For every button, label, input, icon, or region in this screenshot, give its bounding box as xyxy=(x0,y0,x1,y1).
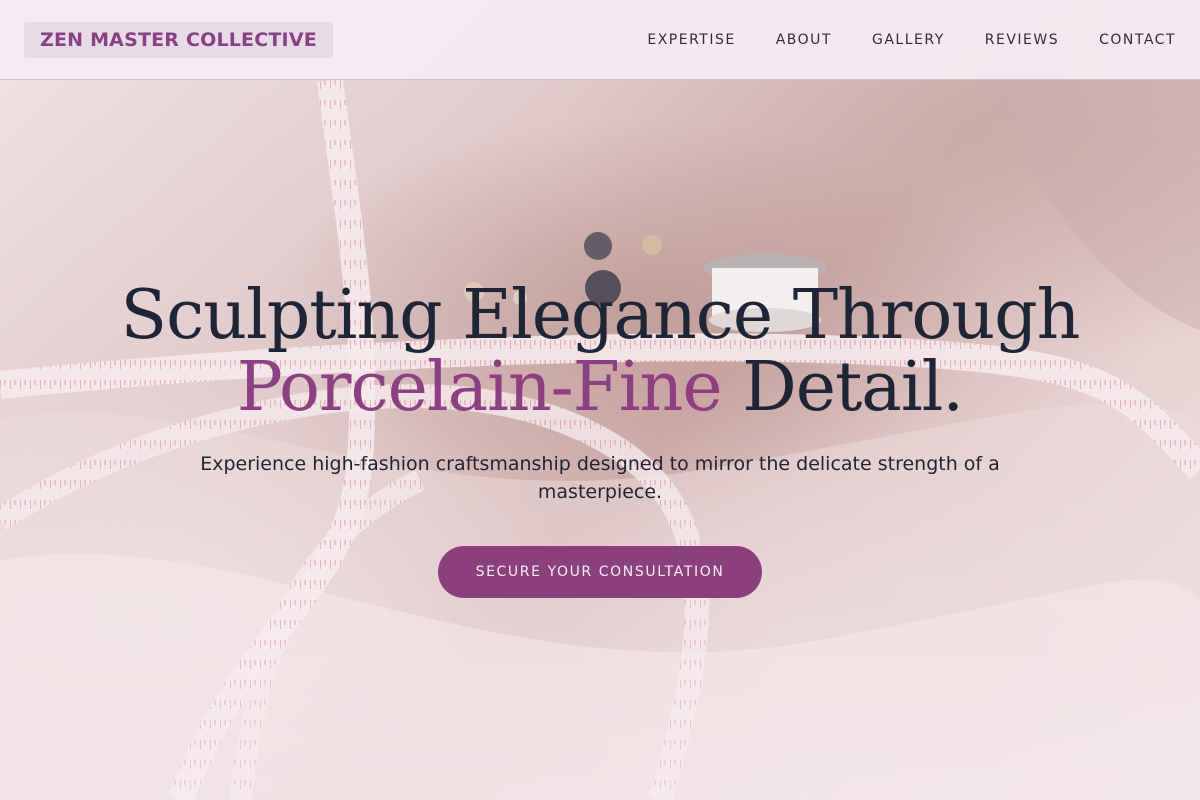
hero-subtitle: Experience high-fashion craftsmanship de… xyxy=(200,453,1000,503)
hero-section: Sculpting Elegance Through Porcelain-Fin… xyxy=(0,80,1200,800)
nav-item-reviews[interactable]: REVIEWS xyxy=(985,32,1059,48)
headline-end: Detail. xyxy=(721,348,964,427)
nav-item-gallery[interactable]: GALLERY xyxy=(872,32,945,48)
headline-accent: Porcelain-Fine xyxy=(237,348,723,427)
nav-item-about[interactable]: ABOUT xyxy=(776,32,832,48)
nav-item-expertise[interactable]: EXPERTISE xyxy=(647,32,735,48)
hero-headline: Sculpting Elegance Through Porcelain-Fin… xyxy=(0,280,1200,424)
headline-line-1: Sculpting Elegance Through xyxy=(120,276,1081,355)
nav-item-contact[interactable]: CONTACT xyxy=(1099,32,1176,48)
brand-logo[interactable]: ZEN MASTER COLLECTIVE xyxy=(24,22,333,58)
site-header: ZEN MASTER COLLECTIVE EXPERTISE ABOUT GA… xyxy=(0,0,1200,80)
main-nav: EXPERTISE ABOUT GALLERY REVIEWS CONTACT xyxy=(607,0,1176,80)
secure-consultation-button[interactable]: SECURE YOUR CONSULTATION xyxy=(438,546,762,598)
